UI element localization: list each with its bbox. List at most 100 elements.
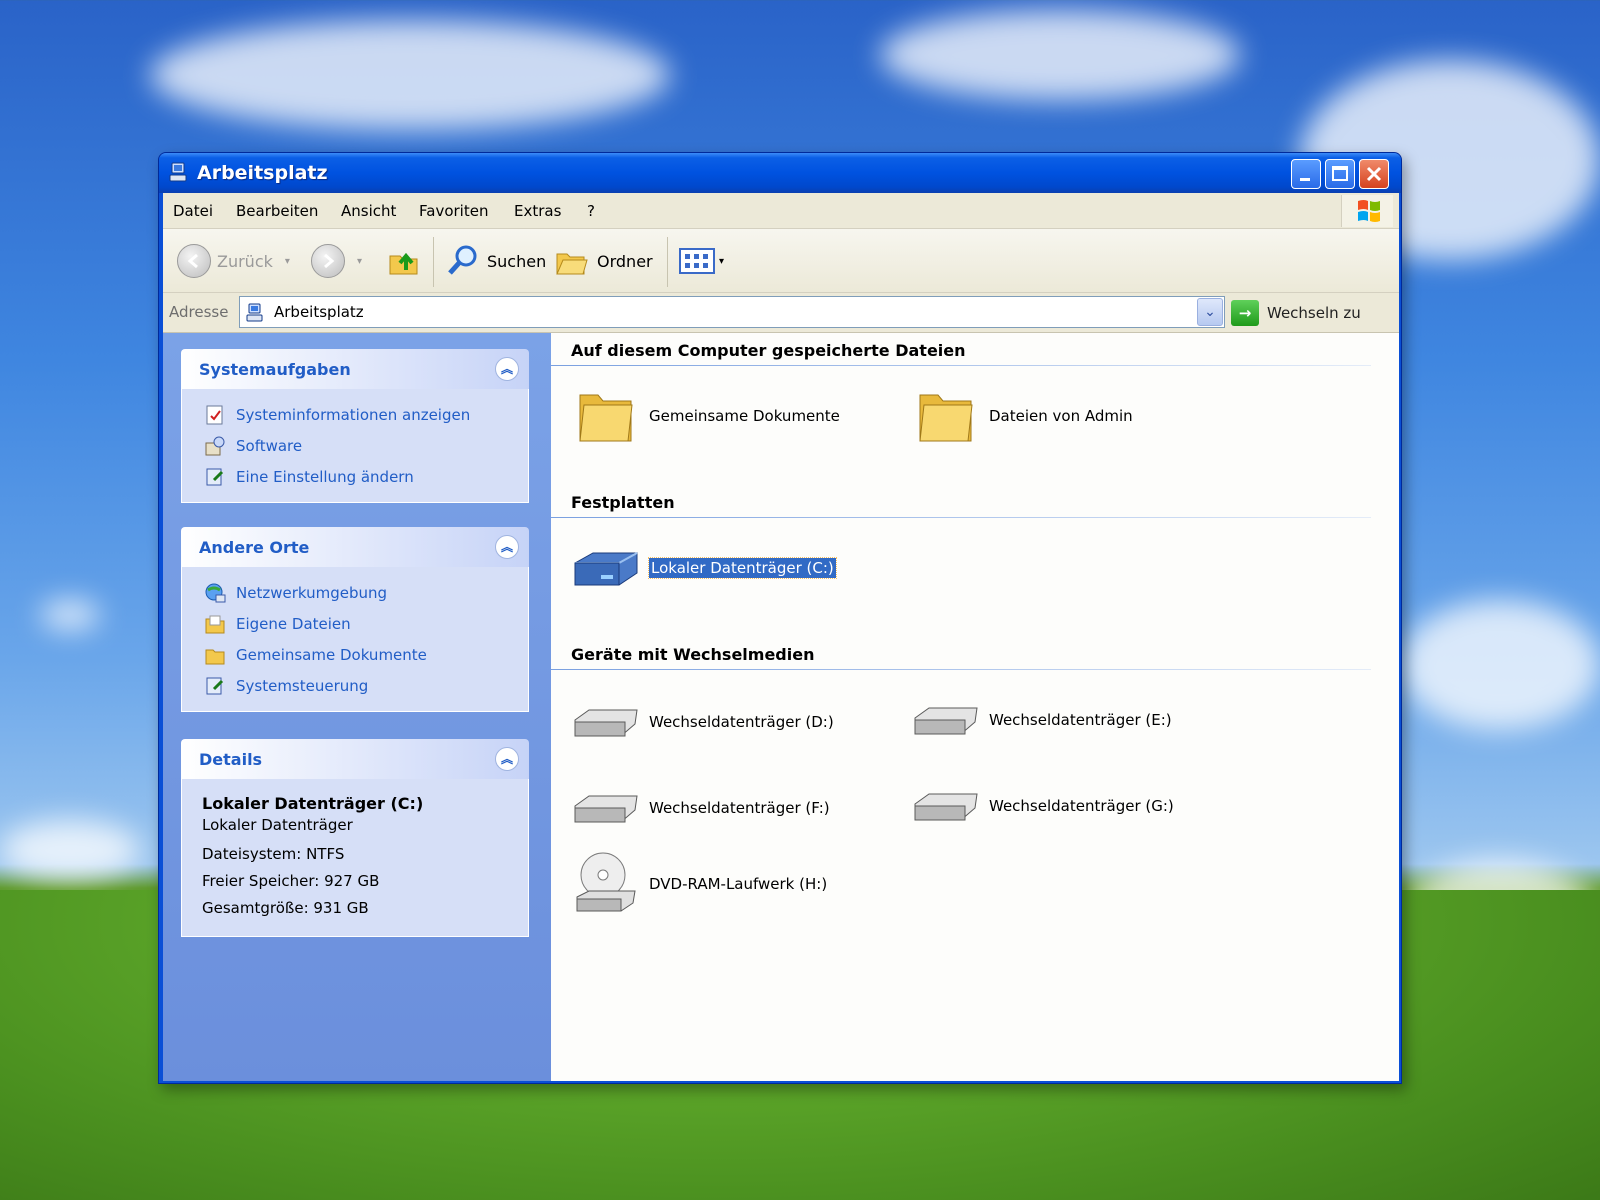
- group-divider: [551, 669, 1371, 670]
- task-software[interactable]: Software: [182, 430, 528, 461]
- folder-up-icon: [389, 252, 418, 275]
- system-tasks-header[interactable]: Systemaufgaben ︽: [181, 349, 529, 389]
- details-name: Lokaler Datenträger (C:): [202, 794, 424, 813]
- menu-help[interactable]: ?: [587, 202, 595, 220]
- folder-icon: [919, 394, 973, 442]
- my-documents-icon: [205, 615, 225, 633]
- forward-button[interactable]: ▾: [311, 243, 362, 279]
- views-icon: [679, 248, 715, 274]
- other-places-panel: Andere Orte ︽ Netzwerkumgebung Eigene Da…: [181, 527, 529, 712]
- item-label: Lokaler Datenträger (C:): [648, 557, 837, 579]
- item-removable-g[interactable]: Wechseldatenträger (G:): [911, 775, 1174, 837]
- address-field[interactable]: Arbeitsplatz ⌄: [239, 296, 1225, 328]
- item-label: DVD-RAM-Laufwerk (H:): [649, 875, 828, 893]
- removable-drive-icon: [914, 793, 978, 821]
- details-total-size: Gesamtgröße: 931 GB: [202, 899, 369, 917]
- folders-button[interactable]: Ordner: [555, 243, 653, 279]
- place-my-documents[interactable]: Eigene Dateien: [182, 608, 528, 639]
- menu-edit[interactable]: Bearbeiten: [236, 202, 318, 220]
- menu-bar: Datei Bearbeiten Ansicht Favoriten Extra…: [163, 193, 1399, 229]
- my-computer-icon: [169, 162, 187, 182]
- explorer-window: Arbeitsplatz Datei Bearbeiten Ansicht Fa…: [158, 152, 1402, 1084]
- item-shared-documents[interactable]: Gemeinsame Dokumente: [571, 385, 840, 447]
- back-label: Zurück: [217, 251, 273, 271]
- maximize-button[interactable]: [1325, 159, 1355, 189]
- task-pane: Systemaufgaben ︽ Systeminformationen anz…: [163, 333, 551, 1081]
- removable-drive-icon: [574, 795, 638, 823]
- collapse-icon[interactable]: ︽: [495, 535, 519, 559]
- address-value: Arbeitsplatz: [274, 303, 364, 321]
- network-icon: [205, 583, 226, 602]
- address-bar: Adresse Arbeitsplatz ⌄ → Wechseln zu: [163, 293, 1399, 333]
- back-dropdown-icon[interactable]: ▾: [285, 256, 290, 267]
- windows-flag-icon: [1358, 200, 1380, 222]
- task-change-setting[interactable]: Eine Einstellung ändern: [182, 461, 528, 492]
- details-header[interactable]: Details ︽: [181, 739, 529, 779]
- cloud: [0, 820, 140, 880]
- place-network[interactable]: Netzwerkumgebung: [182, 577, 528, 608]
- address-dropdown-button[interactable]: ⌄: [1197, 298, 1223, 326]
- views-dropdown-icon: ▾: [719, 255, 725, 267]
- title-bar[interactable]: Arbeitsplatz: [159, 153, 1401, 193]
- place-label: Netzwerkumgebung: [236, 583, 388, 602]
- up-button[interactable]: [387, 243, 421, 279]
- go-button[interactable]: → Wechseln zu: [1231, 297, 1361, 329]
- forward-dropdown-icon[interactable]: ▾: [357, 256, 362, 267]
- details-body: Lokaler Datenträger (C:) Lokaler Datentr…: [181, 779, 529, 937]
- toolbar-separator: [433, 237, 434, 287]
- item-removable-f[interactable]: Wechseldatenträger (F:): [571, 777, 830, 839]
- item-removable-e[interactable]: Wechseldatenträger (E:): [911, 689, 1172, 751]
- window-title: Arbeitsplatz: [197, 162, 328, 184]
- menu-file[interactable]: Datei: [173, 202, 213, 220]
- file-view: Auf diesem Computer gespeicherte Dateien…: [551, 333, 1399, 1081]
- item-label: Wechseldatenträger (D:): [649, 713, 834, 731]
- place-shared-documents[interactable]: Gemeinsame Dokumente: [182, 639, 528, 670]
- address-label: Adresse: [169, 303, 229, 321]
- system-tasks-title: Systemaufgaben: [199, 360, 351, 379]
- task-system-info[interactable]: Systeminformationen anzeigen: [182, 399, 528, 430]
- item-local-disk-c[interactable]: Lokaler Datenträger (C:): [571, 537, 837, 599]
- item-admin-files[interactable]: Dateien von Admin: [911, 385, 1133, 447]
- cloud: [40, 600, 100, 630]
- group-divider: [551, 365, 1371, 366]
- views-button[interactable]: ▾: [679, 243, 724, 279]
- details-panel: Details ︽ Lokaler Datenträger (C:) Lokal…: [181, 739, 529, 937]
- maximize-icon: [1332, 166, 1348, 181]
- go-label: Wechseln zu: [1267, 304, 1361, 322]
- folders-icon: [556, 253, 588, 275]
- place-label: Eigene Dateien: [236, 614, 351, 633]
- collapse-icon[interactable]: ︽: [495, 357, 519, 381]
- close-button[interactable]: [1359, 159, 1389, 189]
- folder-icon: [205, 649, 225, 664]
- removable-drive-icon: [574, 709, 638, 737]
- windows-logo: [1341, 195, 1393, 227]
- go-arrow-icon: →: [1231, 300, 1259, 326]
- group-stored-files-title: Auf diesem Computer gespeicherte Dateien: [571, 341, 966, 360]
- other-places-header[interactable]: Andere Orte ︽: [181, 527, 529, 567]
- menu-extras[interactable]: Extras: [514, 202, 561, 220]
- menu-view[interactable]: Ansicht: [341, 202, 396, 220]
- cloud: [880, 10, 1240, 100]
- software-icon: [205, 436, 225, 455]
- back-button[interactable]: Zurück ▾: [177, 243, 290, 279]
- system-tasks-panel: Systemaufgaben ︽ Systeminformationen anz…: [181, 349, 529, 503]
- my-computer-icon: [246, 303, 263, 322]
- toolbar-separator: [667, 237, 668, 287]
- place-control-panel[interactable]: Systemsteuerung: [182, 670, 528, 701]
- folder-icon: [579, 394, 633, 442]
- group-removable-title: Geräte mit Wechselmedien: [571, 645, 815, 664]
- chevron-down-icon: ⌄: [1204, 304, 1216, 320]
- menu-favorites[interactable]: Favoriten: [419, 202, 488, 220]
- item-dvd-ram-h[interactable]: DVD-RAM-Laufwerk (H:): [571, 852, 828, 915]
- toolbar: Zurück ▾ ▾ Suchen Ordner ▾: [163, 229, 1399, 293]
- search-button[interactable]: Suchen: [445, 243, 546, 279]
- group-divider: [551, 517, 1371, 518]
- details-type: Lokaler Datenträger: [202, 816, 353, 834]
- collapse-icon[interactable]: ︽: [495, 747, 519, 771]
- minimize-button[interactable]: [1291, 159, 1321, 189]
- item-removable-d[interactable]: Wechseldatenträger (D:): [571, 691, 834, 753]
- item-label: Wechseldatenträger (F:): [649, 799, 830, 817]
- item-label: Wechseldatenträger (E:): [989, 711, 1172, 729]
- removable-drive-icon: [914, 707, 978, 735]
- item-label: Gemeinsame Dokumente: [649, 407, 840, 425]
